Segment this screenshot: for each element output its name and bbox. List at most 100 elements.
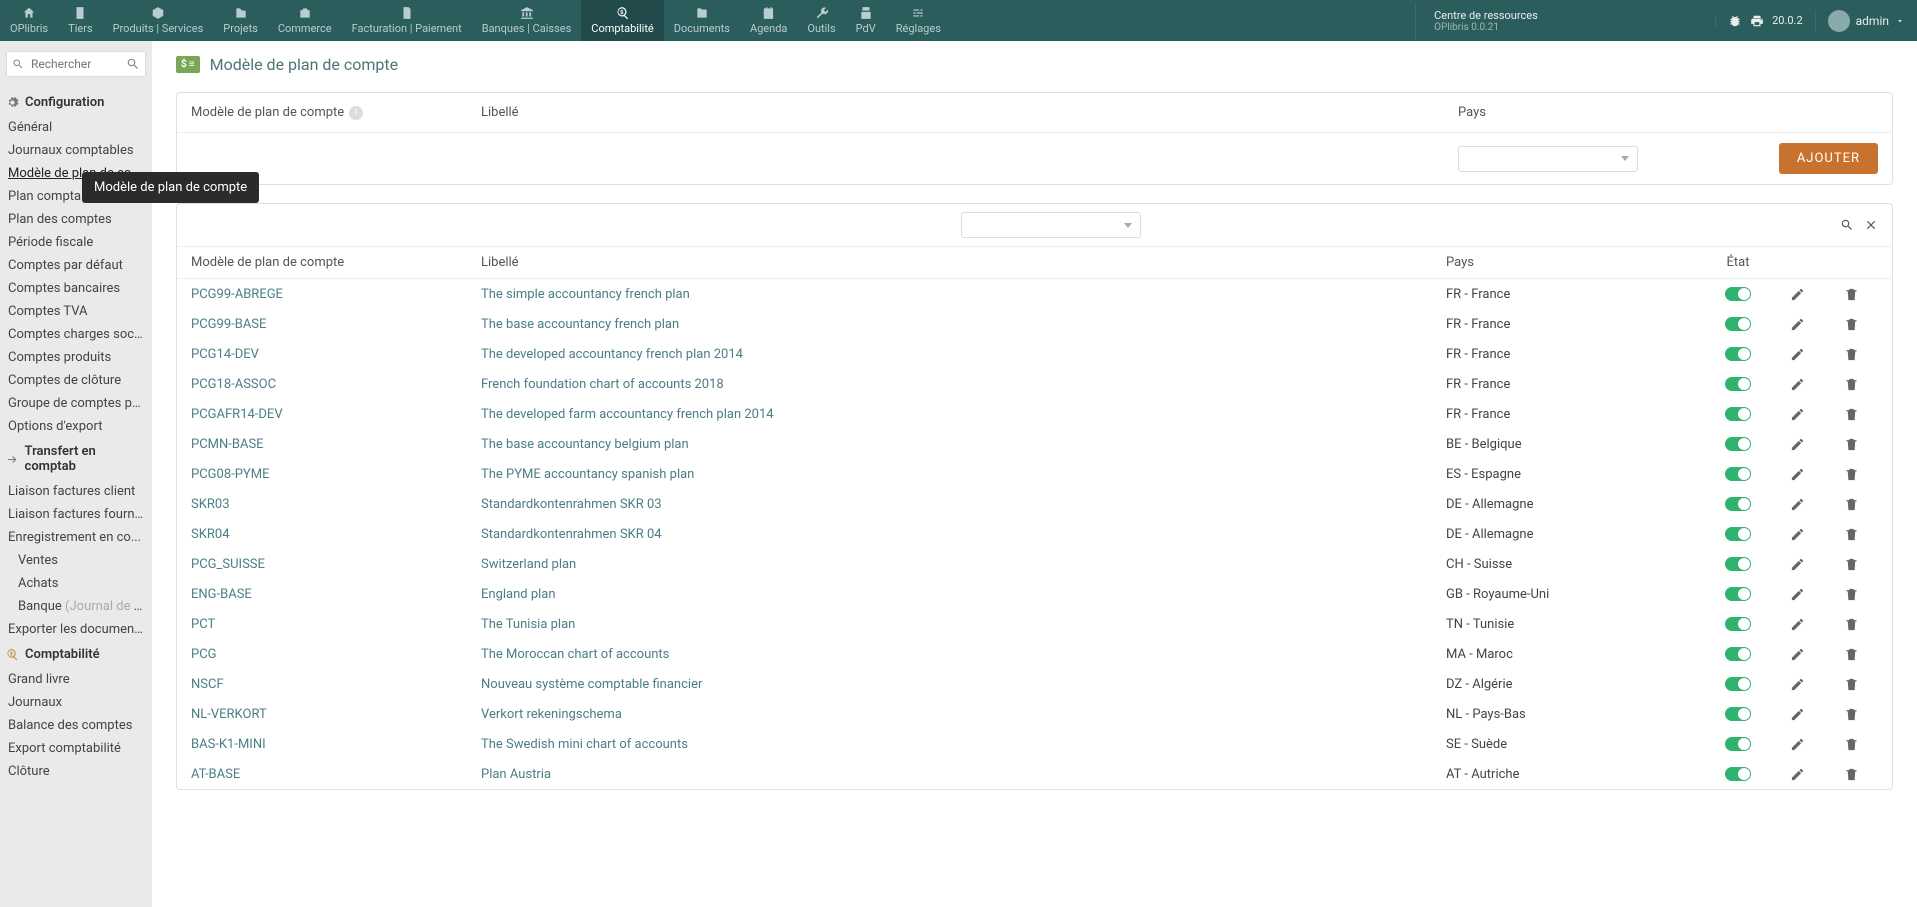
user-menu[interactable]: admin: [1815, 10, 1917, 32]
row-label-link[interactable]: England plan: [481, 587, 556, 602]
nav-comptabilit-[interactable]: Comptabilité: [581, 0, 663, 41]
nav-banques-caisses[interactable]: Banques | Caisses: [472, 0, 582, 41]
info-icon[interactable]: i: [349, 106, 363, 120]
nav-documents[interactable]: Documents: [664, 0, 740, 41]
sidebar-item-liaison-factures-fourni-[interactable]: Liaison factures fourni...: [6, 503, 146, 526]
row-edit[interactable]: [1770, 557, 1824, 572]
sidebar-item-cl-ture[interactable]: Clôture: [6, 760, 146, 783]
row-delete[interactable]: [1824, 677, 1878, 692]
row-code-link[interactable]: PCG18-ASSOC: [191, 377, 276, 392]
row-toggle[interactable]: [1725, 767, 1751, 781]
row-toggle[interactable]: [1725, 317, 1751, 331]
row-label-link[interactable]: The Tunisia plan: [481, 617, 575, 632]
row-toggle[interactable]: [1725, 677, 1751, 691]
row-toggle[interactable]: [1725, 557, 1751, 571]
row-edit[interactable]: [1770, 437, 1824, 452]
row-label-link[interactable]: Switzerland plan: [481, 557, 576, 572]
sidebar-item-balance-des-comptes[interactable]: Balance des comptes: [6, 714, 146, 737]
row-toggle[interactable]: [1725, 407, 1751, 421]
search-input[interactable]: [6, 51, 146, 77]
filter-country-select[interactable]: [961, 212, 1141, 238]
nav-tiers[interactable]: Tiers: [58, 0, 102, 41]
row-edit[interactable]: [1770, 497, 1824, 512]
nav-oplibris[interactable]: OPlibris: [0, 0, 58, 41]
sidebar-item-comptes-par-d-faut[interactable]: Comptes par défaut: [6, 254, 146, 277]
row-delete[interactable]: [1824, 647, 1878, 662]
row-label-link[interactable]: Plan Austria: [481, 767, 551, 782]
row-edit[interactable]: [1770, 527, 1824, 542]
row-code-link[interactable]: ENG-BASE: [191, 587, 252, 602]
sidebar-item-ventes[interactable]: Ventes: [6, 549, 146, 572]
sidebar-item-export-comptabilit-[interactable]: Export comptabilité: [6, 737, 146, 760]
row-label-link[interactable]: French foundation chart of accounts 2018: [481, 377, 724, 392]
row-toggle[interactable]: [1725, 587, 1751, 601]
sidebar-item-groupe-de-comptes-pe-[interactable]: Groupe de comptes pe...: [6, 392, 146, 415]
sidebar-item-achats[interactable]: Achats: [6, 572, 146, 595]
sidebar-section-comptabilit-[interactable]: Comptabilité: [6, 641, 146, 668]
row-code-link[interactable]: AT-BASE: [191, 767, 240, 782]
row-code-link[interactable]: SKR03: [191, 497, 230, 512]
row-edit[interactable]: [1770, 377, 1824, 392]
sidebar-item-banque[interactable]: Banque (Journal de t...: [6, 595, 146, 618]
nav-facturation-paiement[interactable]: Facturation | Paiement: [342, 0, 472, 41]
add-button[interactable]: AJOUTER: [1779, 143, 1878, 174]
row-toggle[interactable]: [1725, 707, 1751, 721]
row-delete[interactable]: [1824, 377, 1878, 392]
row-delete[interactable]: [1824, 737, 1878, 752]
row-edit[interactable]: [1770, 707, 1824, 722]
search-submit-icon[interactable]: [126, 57, 140, 71]
nav-commerce[interactable]: Commerce: [268, 0, 342, 41]
row-edit[interactable]: [1770, 587, 1824, 602]
row-label-link[interactable]: The base accountancy belgium plan: [481, 437, 689, 452]
resource-center[interactable]: Centre de ressources OPlibris 0.0.21: [1415, 3, 1715, 39]
sidebar-item-comptes-produits[interactable]: Comptes produits: [6, 346, 146, 369]
row-toggle[interactable]: [1725, 437, 1751, 451]
row-toggle[interactable]: [1725, 647, 1751, 661]
sidebar-item-comptes-bancaires[interactable]: Comptes bancaires: [6, 277, 146, 300]
sidebar-item-liaison-factures-client[interactable]: Liaison factures client: [6, 480, 146, 503]
sidebar-item-enregistrement-en-co-[interactable]: Enregistrement en co...: [6, 526, 146, 549]
row-delete[interactable]: [1824, 767, 1878, 782]
row-delete[interactable]: [1824, 347, 1878, 362]
row-label-link[interactable]: Nouveau système comptable financier: [481, 677, 702, 692]
row-code-link[interactable]: PCG99-ABREGE: [191, 287, 283, 302]
row-delete[interactable]: [1824, 407, 1878, 422]
nav-r-glages[interactable]: Réglages: [886, 0, 951, 41]
row-code-link[interactable]: SKR04: [191, 527, 230, 542]
row-delete[interactable]: [1824, 617, 1878, 632]
row-label-link[interactable]: The developed farm accountancy french pl…: [481, 407, 774, 422]
row-code-link[interactable]: PCG_SUISSE: [191, 557, 265, 572]
row-delete[interactable]: [1824, 437, 1878, 452]
th-state[interactable]: État: [1706, 255, 1770, 270]
row-label-link[interactable]: The base accountancy french plan: [481, 317, 679, 332]
row-code-link[interactable]: BAS-K1-MINI: [191, 737, 266, 752]
row-edit[interactable]: [1770, 287, 1824, 302]
row-edit[interactable]: [1770, 467, 1824, 482]
row-edit[interactable]: [1770, 617, 1824, 632]
row-toggle[interactable]: [1725, 287, 1751, 301]
row-code-link[interactable]: NSCF: [191, 677, 224, 692]
row-label-link[interactable]: The Moroccan chart of accounts: [481, 647, 669, 662]
row-label-link[interactable]: Verkort rekeningschema: [481, 707, 622, 722]
sidebar-item-plan-des-comptes[interactable]: Plan des comptes: [6, 208, 146, 231]
row-toggle[interactable]: [1725, 737, 1751, 751]
row-toggle[interactable]: [1725, 527, 1751, 541]
nav-outils[interactable]: Outils: [797, 0, 845, 41]
row-code-link[interactable]: PCG08-PYME: [191, 467, 269, 482]
row-delete[interactable]: [1824, 467, 1878, 482]
nav-produits-services[interactable]: Produits | Services: [103, 0, 214, 41]
sidebar-item-grand-livre[interactable]: Grand livre: [6, 668, 146, 691]
sidebar-item-options-d-export[interactable]: Options d'export: [6, 415, 146, 438]
search-filter-icon[interactable]: [1840, 218, 1854, 232]
country-select[interactable]: [1458, 146, 1638, 172]
row-edit[interactable]: [1770, 647, 1824, 662]
th-country[interactable]: Pays: [1446, 255, 1706, 270]
row-delete[interactable]: [1824, 707, 1878, 722]
row-delete[interactable]: [1824, 527, 1878, 542]
row-delete[interactable]: [1824, 287, 1878, 302]
sidebar-item-comptes-de-cl-ture[interactable]: Comptes de clôture: [6, 369, 146, 392]
sidebar-item-g-n-ral[interactable]: Général: [6, 116, 146, 139]
sidebar-item-journaux[interactable]: Journaux: [6, 691, 146, 714]
row-toggle[interactable]: [1725, 377, 1751, 391]
th-code[interactable]: Modèle de plan de compte: [191, 255, 481, 270]
